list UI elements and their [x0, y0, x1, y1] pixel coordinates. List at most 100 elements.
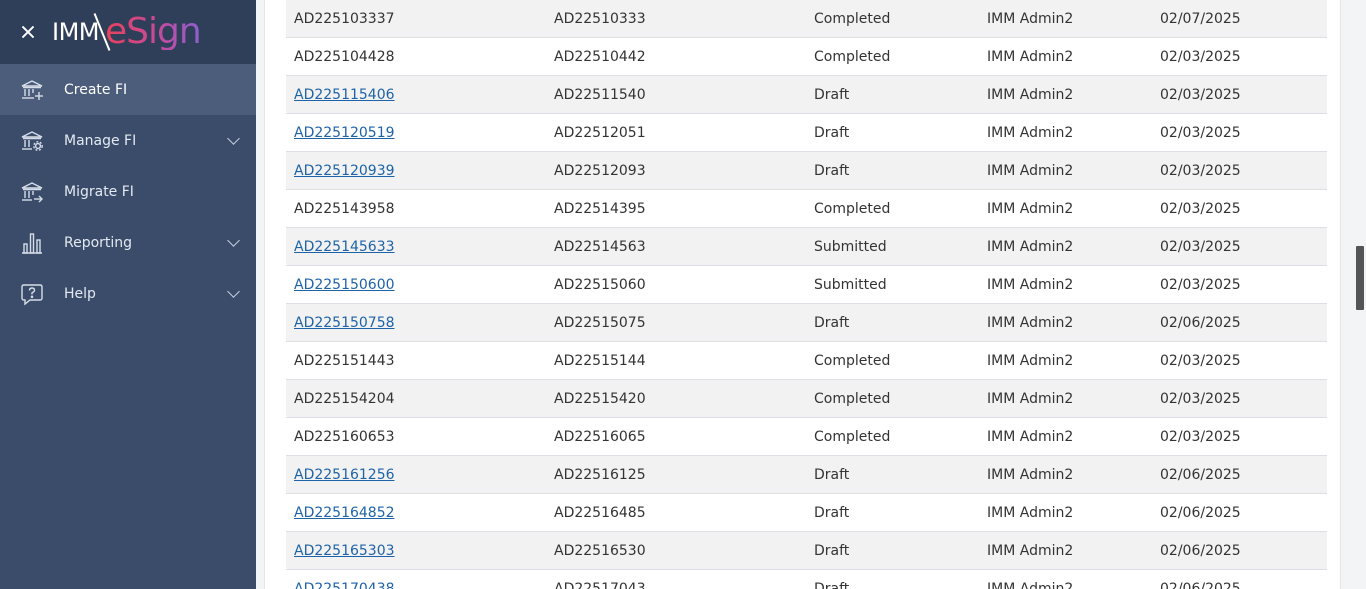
deal-id-cell: AD225150758	[286, 315, 546, 331]
status-cell: Draft	[814, 162, 850, 179]
status-cell: Completed	[814, 10, 891, 27]
date-cell: 02/03/2025	[1160, 352, 1241, 369]
table-row: AD225120519 AD22512051 Draft IMM Admin2 02/0…	[286, 114, 1327, 152]
application-id-cell: AD22512093	[554, 162, 646, 179]
date-cell: 02/03/2025	[1160, 428, 1241, 445]
sidebar-item-create-fi[interactable]: Create FI	[0, 64, 256, 115]
deal-id-cell: AD225165303	[286, 543, 546, 559]
user-cell: IMM Admin2	[987, 86, 1074, 103]
scrollbar-thumb[interactable]	[1356, 246, 1364, 310]
sidebar-item-label: Manage FI	[64, 132, 137, 149]
sidebar-item-help[interactable]: Help	[0, 268, 256, 319]
user-cell: IMM Admin2	[987, 542, 1074, 559]
chevron-down-icon[interactable]	[227, 131, 240, 145]
deal-id-link[interactable]: AD225165303	[294, 543, 395, 559]
deal-id-cell: AD225161256	[286, 467, 546, 483]
deal-id-link[interactable]: AD225164852	[294, 505, 395, 521]
table-row: AD225150758 AD22515075 Draft IMM Admin2 02/0…	[286, 304, 1327, 342]
status-cell: Draft	[814, 314, 850, 331]
deal-id-cell: AD225154204	[294, 390, 395, 407]
sidebar-nav: Create FI Manage FI Migrate FI Reporting Hel…	[0, 64, 256, 319]
main-content: AD225103337 AD22510333 Completed IMM Admin2…	[256, 0, 1366, 589]
user-cell: IMM Admin2	[987, 200, 1074, 217]
table-row: AD225161256 AD22516125 Draft IMM Admin2 02/0…	[286, 456, 1327, 494]
status-cell: Completed	[814, 390, 891, 407]
application-id-cell: AD22517043	[554, 580, 646, 589]
table-row: AD225160653 AD22516065 Completed IMM Admin2…	[286, 418, 1327, 456]
status-cell: Completed	[814, 428, 891, 445]
help-chat-icon	[20, 282, 44, 306]
date-cell: 02/03/2025	[1160, 276, 1241, 293]
sidebar-item-manage-fi[interactable]: Manage FI	[0, 115, 256, 166]
table-row: AD225143958 AD22514395 Completed IMM Admin2…	[286, 190, 1327, 228]
user-cell: IMM Admin2	[987, 466, 1074, 483]
chevron-down-icon[interactable]	[227, 284, 240, 298]
table-row: AD225115406 AD22511540 Draft IMM Admin2 02/0…	[286, 76, 1327, 114]
date-cell: 02/06/2025	[1160, 466, 1241, 483]
deal-id-link[interactable]: AD225170438	[294, 581, 395, 589]
application-id-cell: AD22515075	[554, 314, 646, 331]
logo-imm: IMM	[52, 18, 100, 46]
logo-esign: eSign	[105, 11, 202, 52]
deal-id-link[interactable]: AD225120939	[294, 163, 395, 179]
deal-id-cell: AD225143958	[294, 200, 395, 217]
deal-id-link[interactable]: AD225161256	[294, 467, 395, 483]
application-id-cell: AD22516530	[554, 542, 646, 559]
user-cell: IMM Admin2	[987, 314, 1074, 331]
bank-gear-icon	[20, 129, 44, 153]
deal-id-link[interactable]: AD225145633	[294, 239, 395, 255]
sidebar-item-label: Reporting	[64, 234, 133, 251]
deal-id-link[interactable]: AD225150600	[294, 277, 395, 293]
table-row: AD225151443 AD22515144 Completed IMM Admin2…	[286, 342, 1327, 380]
status-cell: Draft	[814, 466, 850, 483]
user-cell: IMM Admin2	[987, 428, 1074, 445]
bank-export-icon	[20, 180, 44, 204]
table-row: AD225103337 AD22510333 Completed IMM Admin2…	[286, 0, 1327, 38]
close-icon[interactable]	[18, 22, 38, 42]
date-cell: 02/03/2025	[1160, 124, 1241, 141]
deal-id-link[interactable]: AD225115406	[294, 87, 395, 103]
deal-id-link[interactable]: AD225150758	[294, 315, 395, 331]
deal-id-cell: AD225115406	[286, 87, 546, 103]
status-cell: Submitted	[814, 276, 887, 293]
application-id-cell: AD22516125	[554, 466, 646, 483]
user-cell: IMM Admin2	[987, 276, 1074, 293]
table-row: AD225164852 AD22516485 Draft IMM Admin2 02/0…	[286, 494, 1327, 532]
application-id-cell: AD22514563	[554, 238, 646, 255]
deal-id-cell: AD225103337	[294, 10, 395, 27]
status-cell: Draft	[814, 580, 850, 589]
status-cell: Draft	[814, 86, 850, 103]
application-id-cell: AD22512051	[554, 124, 646, 141]
deal-id-cell: AD225151443	[294, 352, 395, 369]
application-id-cell: AD22515420	[554, 390, 646, 407]
application-id-cell: AD22515060	[554, 276, 646, 293]
sidebar-item-migrate-fi[interactable]: Migrate FI	[0, 166, 256, 217]
user-cell: IMM Admin2	[987, 352, 1074, 369]
brand-header: IMM eSign	[0, 0, 256, 64]
date-cell: 02/03/2025	[1160, 48, 1241, 65]
sidebar-item-reporting[interactable]: Reporting	[0, 217, 256, 268]
date-cell: 02/03/2025	[1160, 390, 1241, 407]
deal-id-cell: AD225120519	[286, 125, 546, 141]
application-id-cell: AD22511540	[554, 86, 646, 103]
date-cell: 02/03/2025	[1160, 86, 1241, 103]
bar-chart-icon	[20, 231, 44, 255]
status-cell: Submitted	[814, 238, 887, 255]
chevron-down-icon[interactable]	[227, 233, 240, 247]
date-cell: 02/06/2025	[1160, 580, 1241, 589]
status-cell: Draft	[814, 124, 850, 141]
deal-id-cell: AD225145633	[286, 239, 546, 255]
application-id-cell: AD22514395	[554, 200, 646, 217]
user-cell: IMM Admin2	[987, 580, 1074, 589]
date-cell: 02/03/2025	[1160, 200, 1241, 217]
deal-id-link[interactable]: AD225120519	[294, 125, 395, 141]
status-cell: Draft	[814, 542, 850, 559]
sidebar-item-label: Migrate FI	[64, 183, 134, 200]
user-cell: IMM Admin2	[987, 10, 1074, 27]
date-cell: 02/06/2025	[1160, 542, 1241, 559]
user-cell: IMM Admin2	[987, 162, 1074, 179]
scrollbar-track[interactable]	[1356, 0, 1366, 589]
results-table: AD225103337 AD22510333 Completed IMM Admin2…	[286, 0, 1327, 589]
status-cell: Completed	[814, 200, 891, 217]
table-row: AD225145633 AD22514563 Submitted IMM Admin2…	[286, 228, 1327, 266]
